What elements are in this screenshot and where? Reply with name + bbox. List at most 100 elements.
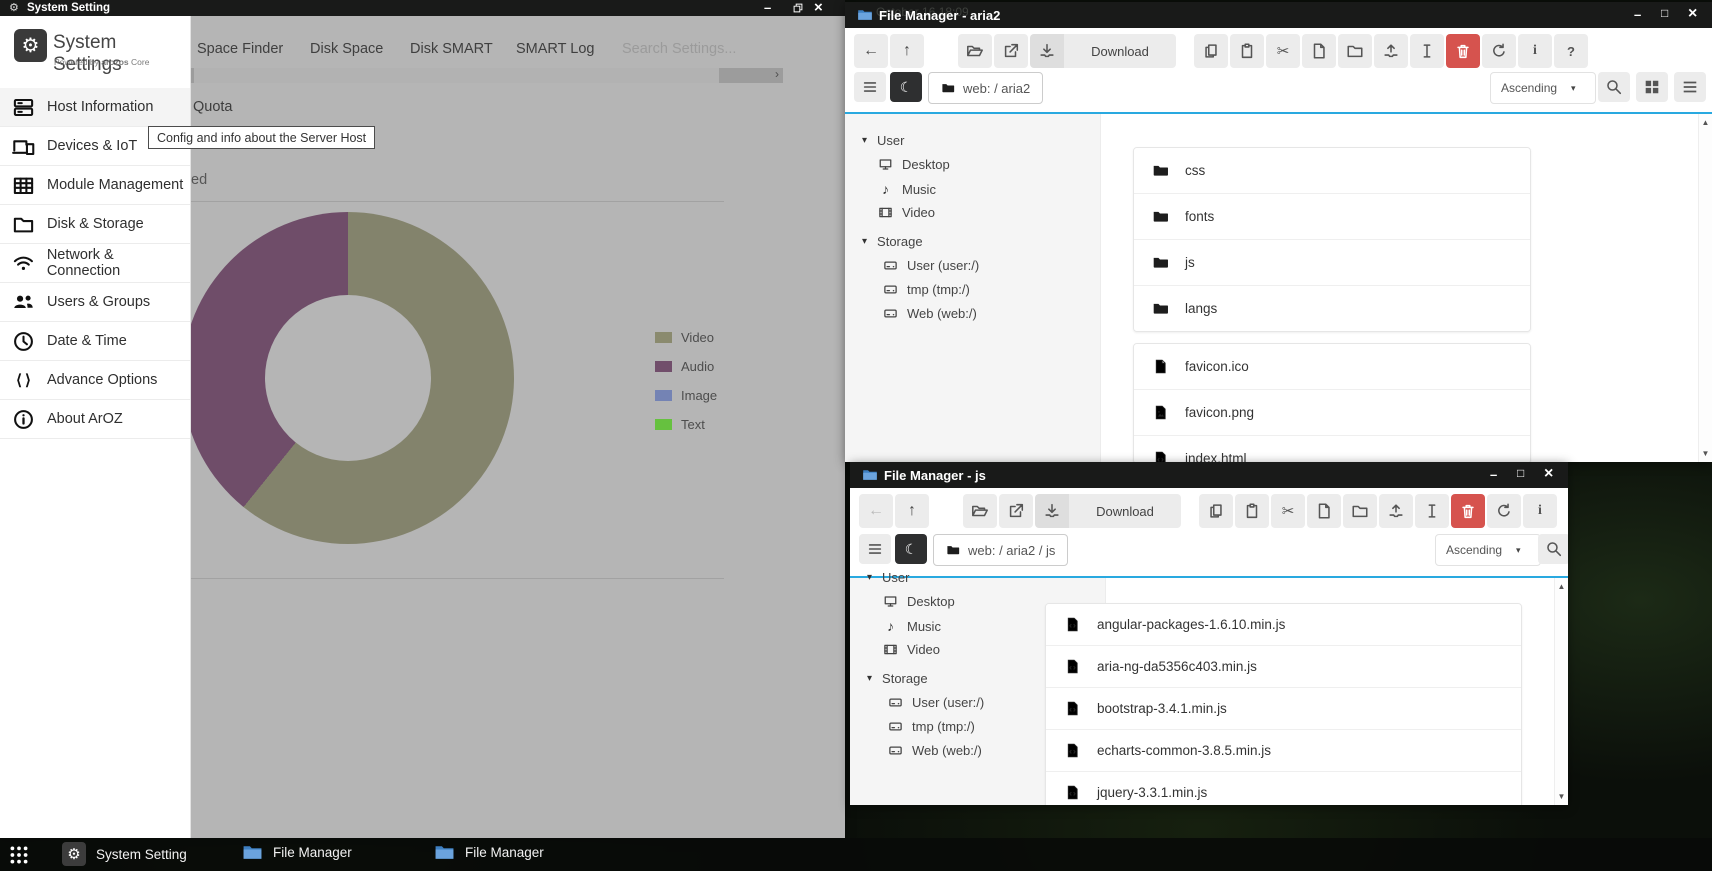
search-button[interactable]	[1598, 72, 1630, 102]
file-row-jquery[interactable]: jquery-3.3.1.min.js	[1046, 772, 1521, 805]
cut-button[interactable]: ✂	[1266, 34, 1300, 68]
file-row-langs[interactable]: langs	[1134, 286, 1530, 331]
minimize-button[interactable]: –	[1490, 468, 1497, 481]
tree-section-storage[interactable]: ▾Storage	[862, 234, 923, 249]
download-button[interactable]: Download	[1064, 34, 1176, 68]
scroll-up-icon[interactable]: ▲	[1555, 582, 1568, 591]
scroll-up-icon[interactable]: ▲	[1699, 118, 1712, 127]
tree-item-desktop[interactable]: Desktop	[883, 594, 955, 609]
fm2-scrollbar[interactable]: ▲ ▼	[1554, 578, 1568, 805]
minimize-button[interactable]: –	[764, 1, 771, 14]
sidebar-item-host-information[interactable]: Host Information	[0, 88, 190, 127]
tree-item-music[interactable]: ♪Music	[878, 181, 936, 197]
close-button[interactable]: ×	[1544, 466, 1553, 482]
tabs-scrollbar-thumb[interactable]	[194, 68, 719, 83]
sidebar-item-about-aroz[interactable]: About ArOZ	[0, 400, 190, 439]
tree-section-storage[interactable]: ▾Storage	[867, 671, 928, 686]
refresh-button[interactable]	[1487, 494, 1521, 528]
scroll-right-arrow-icon[interactable]: ›	[775, 67, 779, 81]
back-button[interactable]: ←	[859, 494, 893, 528]
fm1-scrollbar[interactable]: ▲ ▼	[1698, 114, 1712, 462]
file-row-js[interactable]: js	[1134, 240, 1530, 286]
file-row-fonts[interactable]: fonts	[1134, 194, 1530, 240]
new-file-button[interactable]	[1302, 34, 1336, 68]
search-button[interactable]	[1538, 534, 1568, 564]
dark-mode-toggle[interactable]: ☾	[895, 534, 927, 564]
tree-item-music[interactable]: ♪Music	[883, 618, 941, 634]
tab-space-finder[interactable]: Space Finder	[197, 41, 283, 57]
upload-button[interactable]	[1374, 34, 1408, 68]
taskbar-item-file-manager-1[interactable]: File Manager	[242, 842, 352, 863]
tree-item-user-drive[interactable]: User (user:/)	[883, 258, 979, 273]
maximize-button[interactable]: □	[1517, 467, 1524, 479]
help-button[interactable]: ?	[1554, 34, 1588, 68]
tabs-scrollbar[interactable]: ›	[190, 68, 783, 83]
open-button[interactable]	[958, 34, 992, 68]
tree-item-web-drive[interactable]: Web (web:/)	[883, 306, 977, 321]
tree-item-tmp-drive[interactable]: tmp (tmp:/)	[888, 719, 975, 734]
sidebar-item-network-connection[interactable]: Network & Connection	[0, 244, 190, 283]
properties-button[interactable]: i	[1523, 494, 1557, 528]
dark-mode-toggle[interactable]: ☾	[890, 72, 922, 102]
copy-button[interactable]	[1194, 34, 1228, 68]
file-row-angular[interactable]: angular-packages-1.6.10.min.js	[1046, 604, 1521, 646]
sidebar-item-users-groups[interactable]: Users & Groups	[0, 283, 190, 322]
tree-item-tmp-drive[interactable]: tmp (tmp:/)	[883, 282, 970, 297]
restore-button[interactable]	[792, 2, 804, 14]
upload-button[interactable]	[1379, 494, 1413, 528]
menu-button[interactable]	[859, 534, 891, 564]
back-button[interactable]: ←	[854, 34, 888, 68]
paste-button[interactable]	[1235, 494, 1269, 528]
download-icon-button[interactable]	[1035, 494, 1069, 528]
file-row-index-html[interactable]: index.html	[1134, 436, 1530, 462]
tree-section-user[interactable]: ▾User	[862, 133, 904, 148]
list-view-button[interactable]	[1674, 72, 1706, 102]
sort-order-dropdown[interactable]: Ascending▾	[1435, 534, 1541, 566]
new-folder-button[interactable]	[1338, 34, 1372, 68]
download-button[interactable]: Download	[1069, 494, 1181, 528]
legend-item-text[interactable]: Text	[655, 417, 705, 432]
tab-disk-smart[interactable]: Disk SMART	[410, 41, 493, 57]
tree-item-video[interactable]: Video	[878, 205, 935, 220]
close-button[interactable]: ×	[814, 0, 823, 15]
new-folder-button[interactable]	[1343, 494, 1377, 528]
copy-button[interactable]	[1199, 494, 1233, 528]
settings-search-input[interactable]: Search Settings...	[622, 41, 736, 57]
sidebar-item-module-management[interactable]: Module Management	[0, 166, 190, 205]
cut-button[interactable]: ✂	[1271, 494, 1305, 528]
breadcrumb[interactable]: web: / aria2 / js	[933, 534, 1068, 566]
new-file-button[interactable]	[1307, 494, 1341, 528]
fm2-titlebar[interactable]: File Manager - js – □ ×	[850, 462, 1568, 488]
refresh-button[interactable]	[1482, 34, 1516, 68]
grid-view-button[interactable]	[1636, 72, 1668, 102]
tab-disk-space[interactable]: Disk Space	[310, 41, 383, 57]
legend-item-audio[interactable]: Audio	[655, 359, 714, 374]
sort-order-dropdown[interactable]: Ascending▾	[1490, 72, 1596, 104]
breadcrumb[interactable]: web: / aria2	[928, 72, 1043, 104]
legend-item-image[interactable]: Image	[655, 388, 717, 403]
fm1-titlebar[interactable]: October 16 18:09 File Manager - aria2 – …	[845, 2, 1712, 28]
system-setting-titlebar[interactable]: ⚙ System Setting – ×	[0, 0, 845, 16]
sidebar-item-advance-options[interactable]: ⟨ ⟩Advance Options	[0, 361, 190, 400]
tree-item-user-drive[interactable]: User (user:/)	[888, 695, 984, 710]
up-button[interactable]: ↑	[895, 494, 929, 528]
tree-item-desktop[interactable]: Desktop	[878, 157, 950, 172]
file-row-css[interactable]: css	[1134, 148, 1530, 194]
tab-smart-log[interactable]: SMART Log	[516, 41, 594, 57]
properties-button[interactable]: i	[1518, 34, 1552, 68]
delete-button[interactable]	[1446, 34, 1480, 68]
up-button[interactable]: ↑	[890, 34, 924, 68]
app-launcher-icon[interactable]	[8, 844, 30, 866]
taskbar-item-system-setting[interactable]: ⚙ System Setting	[62, 842, 187, 866]
file-row-echarts[interactable]: echarts-common-3.8.5.min.js	[1046, 730, 1521, 772]
rename-button[interactable]	[1415, 494, 1449, 528]
sidebar-item-disk-storage[interactable]: Disk & Storage	[0, 205, 190, 244]
scroll-down-icon[interactable]: ▼	[1555, 792, 1568, 801]
maximize-button[interactable]: □	[1661, 7, 1668, 19]
file-row-bootstrap[interactable]: bootstrap-3.4.1.min.js	[1046, 688, 1521, 730]
tree-item-web-drive[interactable]: Web (web:/)	[888, 743, 982, 758]
file-row-favicon-ico[interactable]: favicon.ico	[1134, 344, 1530, 390]
rename-button[interactable]	[1410, 34, 1444, 68]
tree-item-video[interactable]: Video	[883, 642, 940, 657]
tree-section-user[interactable]: ▾User	[867, 570, 909, 585]
